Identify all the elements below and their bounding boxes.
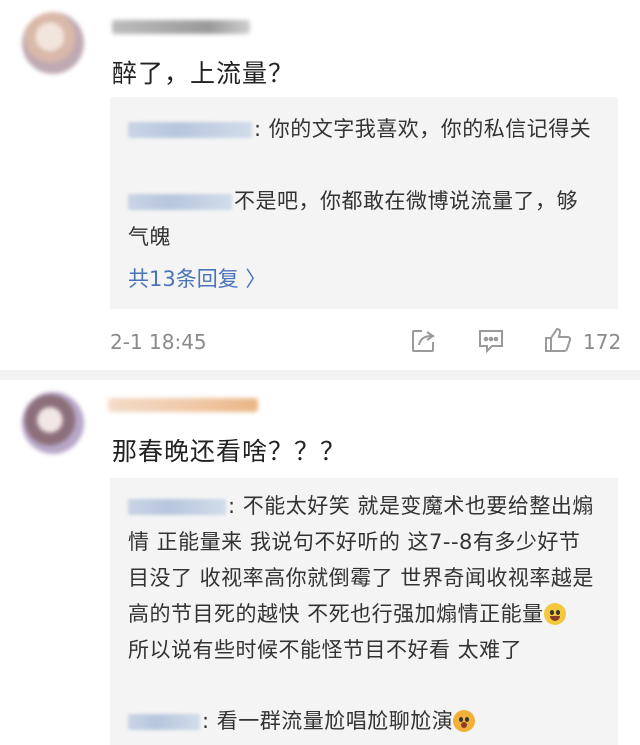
reply-username-blurred[interactable] (128, 194, 232, 210)
comment-divider (0, 370, 640, 380)
reply-text: : 你的文字我喜欢，你的私信记得关 (254, 117, 592, 141)
like-count: 172 (583, 330, 622, 354)
username-blurred[interactable] (108, 398, 258, 412)
avatar[interactable] (22, 12, 84, 74)
reply-2[interactable]: : 看一群流量尬唱尬聊尬演 (128, 703, 598, 739)
avatar[interactable] (22, 392, 84, 454)
reply-box[interactable]: : 你的文字我喜欢，你的私信记得关 不是吧，你都敢在微博说流量了，够气魄 共13… (110, 97, 618, 309)
username-blurred[interactable] (112, 20, 250, 34)
comment-1: 醉了，上流量？ : 你的文字我喜欢，你的私信记得关 不是吧，你都敢在微博说流量了… (0, 0, 640, 370)
timestamp: 2-1 18:45 (110, 330, 207, 354)
share-icon[interactable] (410, 328, 436, 358)
comment-text: 醉了，上流量？ (112, 59, 295, 88)
reply-username-blurred[interactable] (128, 714, 200, 730)
crying-laugh-emoji-icon (543, 603, 566, 625)
reply-2[interactable]: 不是吧，你都敢在微博说流量了，够气魄 (128, 183, 598, 255)
surprised-emoji-icon (453, 710, 476, 732)
comment-icon[interactable] (477, 328, 505, 358)
more-replies-link[interactable]: 共13条回复 〉 (128, 263, 266, 293)
comment-text: 那春晚还看啥？？？ (112, 437, 347, 466)
reply-text-continued: 所以说有些时候不能怪节目不好看 太难了 (128, 638, 523, 662)
reply-1[interactable]: : 不能太好笑 就是变魔术也要给整出煽情 正能量来 我说句不好听的 这7--8有… (128, 488, 598, 668)
reply-text: : 看一群流量尬唱尬聊尬演 (202, 709, 454, 733)
reply-1[interactable]: : 你的文字我喜欢，你的私信记得关 (128, 111, 598, 147)
comment-2: 那春晚还看啥？？？ : 不能太好笑 就是变魔术也要给整出煽情 正能量来 我说句不… (0, 380, 640, 745)
reply-username-blurred[interactable] (128, 499, 226, 515)
thumbs-up-icon[interactable] (543, 326, 573, 358)
reply-username-blurred[interactable] (128, 122, 252, 138)
reply-box[interactable]: : 不能太好笑 就是变魔术也要给整出煽情 正能量来 我说句不好听的 这7--8有… (110, 478, 618, 745)
